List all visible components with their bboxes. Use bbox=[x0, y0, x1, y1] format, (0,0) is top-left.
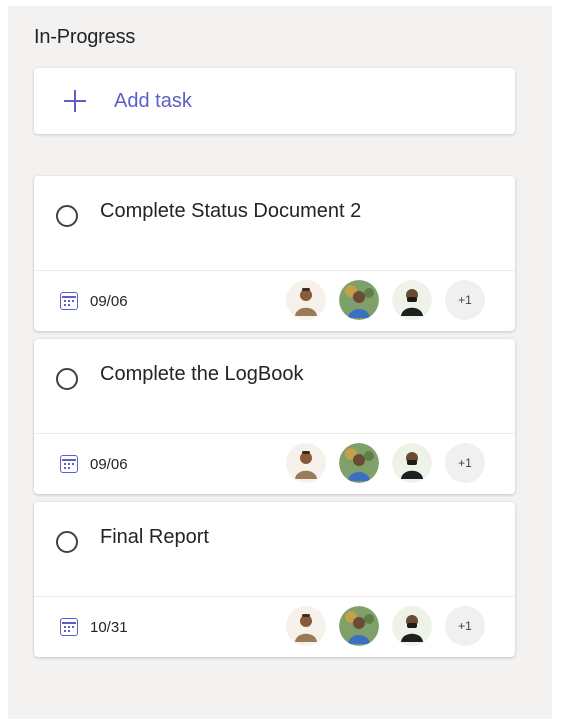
top-strip bbox=[0, 0, 564, 6]
complete-task-checkbox[interactable] bbox=[56, 368, 78, 390]
calendar-icon bbox=[60, 455, 78, 473]
task-title: Complete Status Document 2 bbox=[100, 200, 362, 222]
due-date-text: 09/06 bbox=[90, 455, 128, 473]
assignee-avatars: +1 bbox=[286, 280, 485, 320]
complete-task-checkbox[interactable] bbox=[56, 531, 78, 553]
assignee-avatars: +1 bbox=[286, 606, 485, 646]
avatar[interactable] bbox=[339, 606, 379, 646]
due-date-text: 10/31 bbox=[90, 618, 128, 636]
avatar[interactable] bbox=[392, 443, 432, 483]
more-assignees-badge[interactable]: +1 bbox=[445, 443, 485, 483]
task-card[interactable]: Complete the LogBook 09/06 +1 bbox=[34, 339, 515, 494]
task-card[interactable]: Final Report 10/31 +1 bbox=[34, 502, 515, 657]
avatar[interactable] bbox=[392, 606, 432, 646]
avatar[interactable] bbox=[339, 280, 379, 320]
avatar[interactable] bbox=[392, 280, 432, 320]
calendar-icon bbox=[60, 292, 78, 310]
task-title: Final Report bbox=[100, 526, 209, 548]
avatar[interactable] bbox=[286, 443, 326, 483]
card-divider bbox=[34, 433, 515, 434]
avatar[interactable] bbox=[339, 443, 379, 483]
task-card[interactable]: Complete Status Document 2 09/06 +1 bbox=[34, 176, 515, 331]
more-assignees-badge[interactable]: +1 bbox=[445, 280, 485, 320]
assignee-avatars: +1 bbox=[286, 443, 485, 483]
column-title: In-Progress bbox=[34, 26, 136, 48]
due-date-badge: 10/31 bbox=[60, 618, 128, 636]
add-task-button[interactable]: Add task bbox=[34, 68, 515, 134]
add-task-label: Add task bbox=[114, 89, 192, 112]
avatar[interactable] bbox=[286, 606, 326, 646]
complete-task-checkbox[interactable] bbox=[56, 205, 78, 227]
calendar-icon bbox=[60, 618, 78, 636]
task-title: Complete the LogBook bbox=[100, 363, 304, 385]
due-date-badge: 09/06 bbox=[60, 292, 128, 310]
due-date-badge: 09/06 bbox=[60, 455, 128, 473]
more-assignees-badge[interactable]: +1 bbox=[445, 606, 485, 646]
card-divider bbox=[34, 270, 515, 271]
bucket-column: In-Progress Add task Complete Status Doc… bbox=[8, 0, 552, 719]
card-divider bbox=[34, 596, 515, 597]
due-date-text: 09/06 bbox=[90, 292, 128, 310]
plus-icon bbox=[64, 90, 86, 112]
avatar[interactable] bbox=[286, 280, 326, 320]
